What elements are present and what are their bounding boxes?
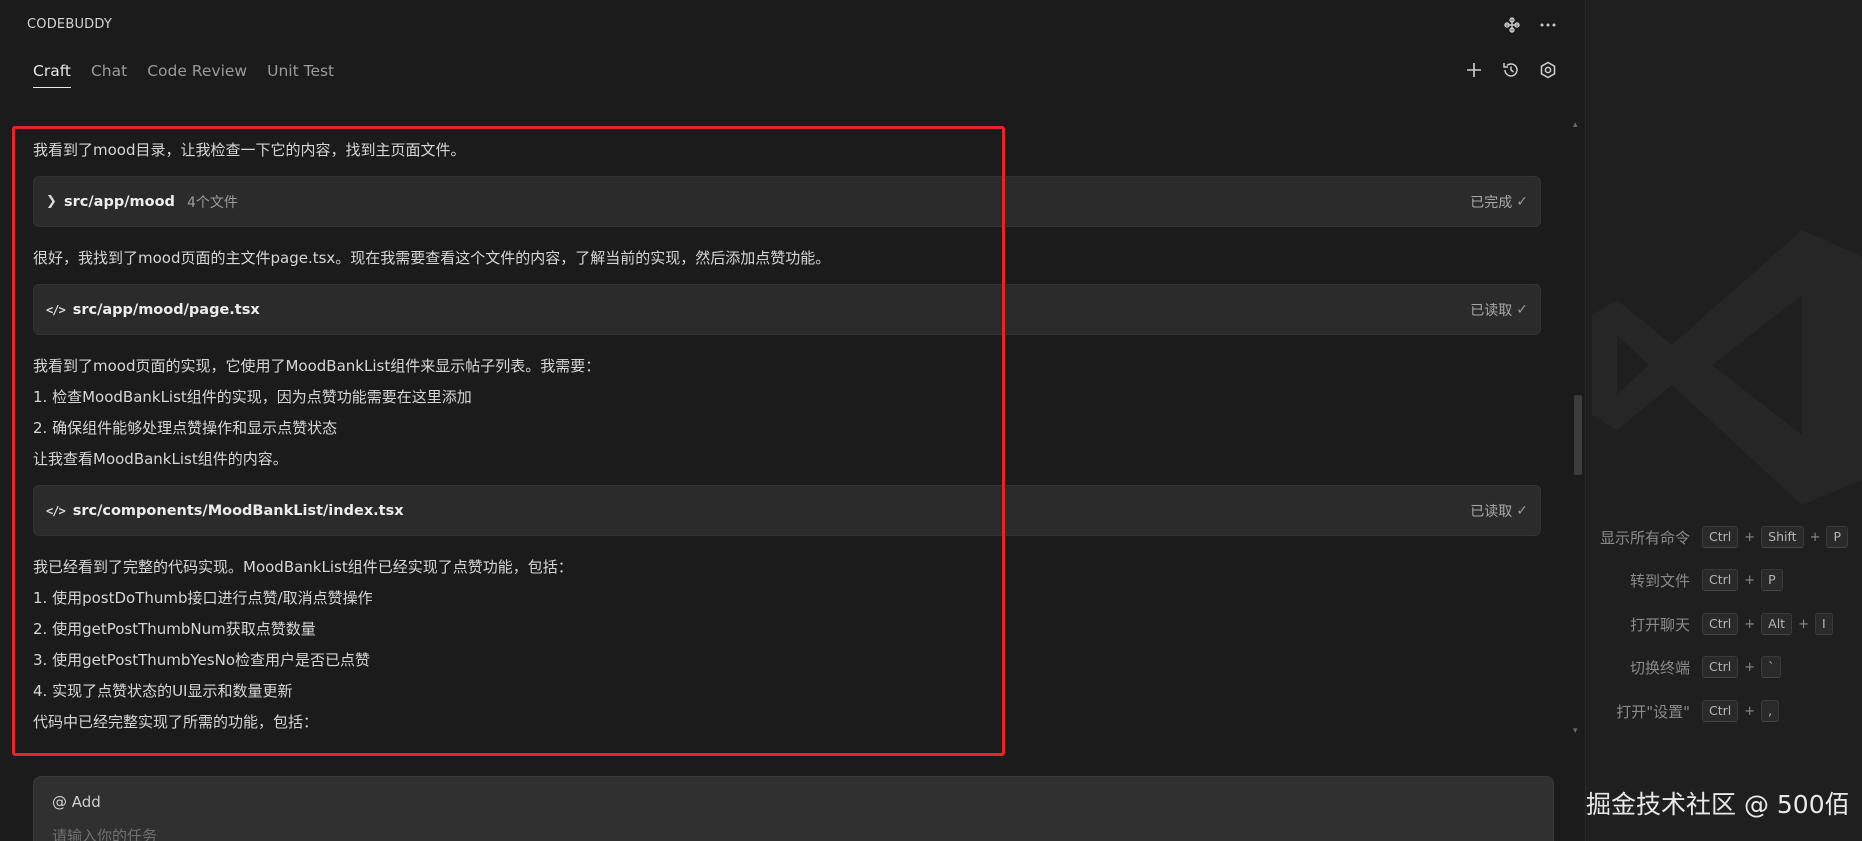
assistant-message: 很好，我找到了mood页面的主文件page.tsx。现在我需要查看这个文件的内容… [33, 249, 831, 267]
status-text: 已读取 [1470, 302, 1513, 319]
status-text: 已完成 [1470, 194, 1513, 211]
settings-icon[interactable] [1537, 59, 1559, 81]
assistant-message: 1. 使用postDoThumb接口进行点赞/取消点赞操作 [33, 589, 373, 607]
tab-chat[interactable]: Chat [91, 62, 127, 88]
code-icon: </> [46, 302, 66, 317]
shortcut-row: 显示所有命令 Ctrl + Shift + P [1587, 525, 1862, 549]
vscode-logo-icon [1592, 230, 1862, 505]
shortcut-row: 切换终端 Ctrl + ` [1587, 655, 1862, 679]
shortcut-label: 转到文件 [1629, 571, 1690, 590]
conversation-log: 我看到了mood目录，让我检查一下它的内容，找到主页面文件。 ❯ src/app… [33, 135, 1541, 738]
sparkle-icon[interactable] [1501, 14, 1523, 36]
assistant-message: 我看到了mood目录，让我检查一下它的内容，找到主页面文件。 [33, 141, 466, 159]
shortcut-label: 切换终端 [1629, 658, 1690, 677]
shortcut-row: 打开"设置" Ctrl + , [1587, 699, 1862, 723]
key-cap: Alt [1761, 613, 1793, 635]
chat-toolbar [1463, 59, 1559, 81]
shortcut-label: 打开聊天 [1629, 615, 1690, 634]
file-card[interactable]: </> src/components/MoodBankList/index.ts… [33, 485, 1541, 536]
shortcut-label: 打开"设置" [1616, 702, 1690, 721]
panel-top-actions [1501, 14, 1559, 36]
assistant-message: 3. 使用getPostThumbYesNo检查用户是否已点赞 [33, 651, 371, 669]
key-cap: Ctrl [1702, 613, 1739, 635]
assistant-message: 代码中已经完整实现了所需的功能，包括： [33, 713, 319, 731]
key-cap: Ctrl [1702, 526, 1739, 548]
assistant-message: 2. 确保组件能够处理点赞操作和显示点赞状态 [33, 419, 338, 437]
scroll-down-icon[interactable]: ▾ [1573, 726, 1578, 736]
key-cap: Ctrl [1702, 700, 1739, 722]
plus-icon[interactable] [1463, 59, 1485, 81]
card-status: 已完成 ✓ [1470, 192, 1528, 212]
watermark: 掘金技术社区 @ 500佰 [1586, 790, 1850, 819]
shortcut-row: 打开聊天 Ctrl + Alt + I [1587, 612, 1862, 636]
check-icon: ✓ [1516, 301, 1528, 318]
assistant-message: 我已经看到了完整的代码实现。MoodBankList组件已经实现了点赞功能，包括… [33, 558, 573, 576]
check-icon: ✓ [1516, 502, 1528, 519]
history-icon[interactable] [1500, 59, 1522, 81]
task-input[interactable] [52, 827, 1452, 841]
shortcut-row: 转到文件 Ctrl + P [1587, 568, 1862, 592]
card-meta: 4个文件 [186, 194, 238, 211]
chevron-right-icon: ❯ [46, 194, 57, 209]
key-cap: P [1826, 526, 1849, 548]
key-cap: I [1815, 613, 1833, 635]
assistant-message: 4. 实现了点赞状态的UI显示和数量更新 [33, 682, 293, 700]
tab-craft[interactable]: Craft [33, 62, 71, 88]
key-cap: Ctrl [1702, 656, 1739, 678]
key-cap: P [1761, 569, 1783, 591]
more-icon[interactable] [1537, 14, 1559, 36]
brand-title: CODEBUDDY [27, 17, 113, 32]
assistant-message: 2. 使用getPostThumbNum获取点赞数量 [33, 620, 316, 638]
check-icon: ✓ [1516, 193, 1528, 210]
editor-welcome-panel: 显示所有命令 Ctrl + Shift + P 转到文件 Ctrl + P 打开… [1587, 0, 1862, 841]
mode-tabs: Craft Chat Code Review Unit Test [33, 62, 334, 88]
task-input-box[interactable]: @ Add [33, 776, 1554, 841]
assistant-message: 我看到了mood页面的实现，它使用了MoodBankList组件来显示帖子列表。… [33, 357, 601, 375]
scroll-up-icon[interactable]: ▴ [1573, 120, 1578, 130]
assistant-message: 让我查看MoodBankList组件的内容。 [33, 450, 288, 468]
shortcut-label: 显示所有命令 [1599, 528, 1690, 547]
assistant-message: 1. 检查MoodBankList组件的实现，因为点赞功能需要在这里添加 [33, 388, 472, 406]
key-cap: Ctrl [1702, 569, 1739, 591]
card-path: src/components/MoodBankList/index.tsx [72, 502, 404, 519]
tab-unit-test[interactable]: Unit Test [267, 62, 334, 88]
scrollbar[interactable]: ▴ ▾ [1570, 120, 1584, 740]
key-cap: , [1761, 700, 1780, 722]
scroll-thumb[interactable] [1574, 395, 1582, 475]
card-status: 已读取 ✓ [1470, 300, 1528, 320]
card-status: 已读取 ✓ [1470, 501, 1528, 521]
tab-code-review[interactable]: Code Review [147, 62, 247, 88]
key-cap: ` [1761, 656, 1782, 678]
folder-card[interactable]: ❯ src/app/mood 4个文件 已完成 ✓ [33, 176, 1541, 227]
card-path: src/app/mood/page.tsx [72, 301, 260, 318]
code-icon: </> [46, 503, 66, 518]
card-path: src/app/mood [64, 193, 175, 210]
codebuddy-panel: CODEBUDDY Craft Chat Code Review Unit Te… [0, 0, 1586, 841]
file-card[interactable]: </> src/app/mood/page.tsx 已读取 ✓ [33, 284, 1541, 335]
key-cap: Shift [1761, 526, 1804, 548]
status-text: 已读取 [1470, 503, 1513, 520]
add-context-button[interactable]: @ Add [52, 793, 101, 811]
